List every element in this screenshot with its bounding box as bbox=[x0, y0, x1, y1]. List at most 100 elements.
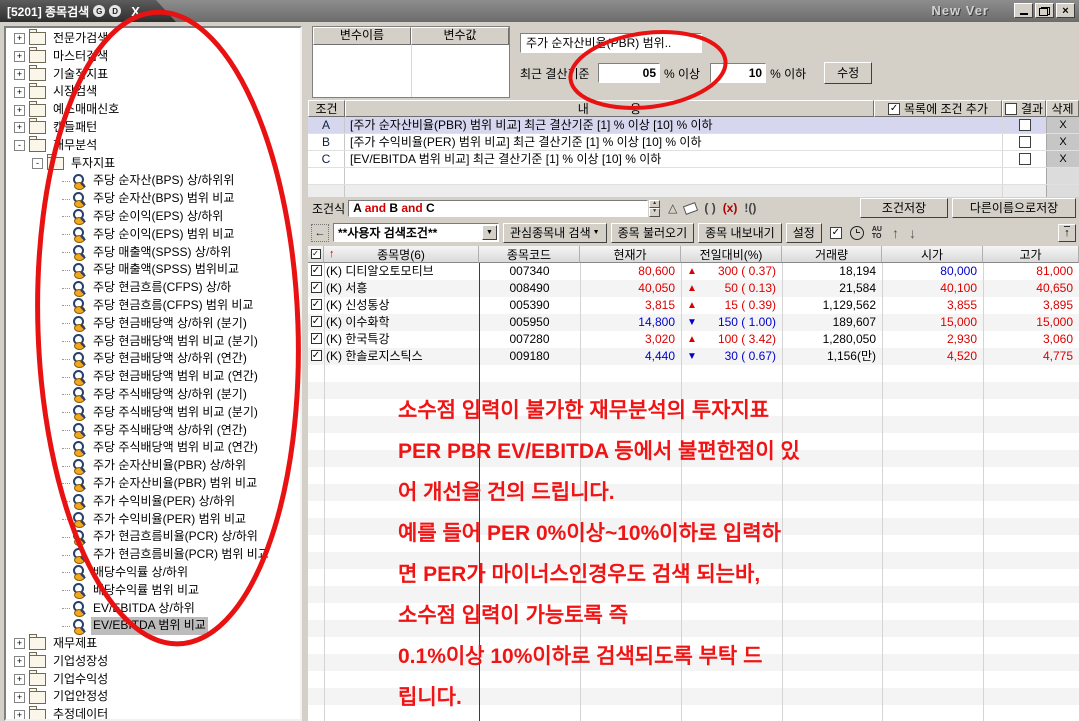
tree-item-label[interactable]: 기업성장성 bbox=[51, 653, 110, 671]
tree-item-label[interactable]: 주가 순자산비율(PBR) 상/하위 bbox=[91, 457, 248, 475]
tree-item-label[interactable]: 주당 매출액(SPSS) 범위비교 bbox=[91, 261, 241, 279]
tree-item-label[interactable]: 주당 현금흐름(CFPS) 상/하 bbox=[91, 279, 233, 297]
tree-item[interactable]: 주당 현금배당액 상/하위 (연간) bbox=[6, 350, 300, 368]
expand-plus-icon[interactable]: + bbox=[14, 105, 25, 116]
tree-item-label[interactable]: 주당 순자산(BPS) 범위 비교 bbox=[91, 190, 236, 208]
tree-item[interactable]: + 예스매매신호 bbox=[6, 101, 300, 119]
tree-item-label[interactable]: 기업수익성 bbox=[51, 671, 110, 689]
tree-item[interactable]: EV/EBITDA 범위 비교 bbox=[6, 617, 300, 635]
eraser-icon[interactable] bbox=[683, 202, 698, 215]
stock-column-header[interactable]: 거래량 bbox=[782, 246, 882, 263]
stock-row[interactable]: ✓(K) 한솔로지스틱스0091804,440▼30 ( 0.67)1,156(… bbox=[308, 348, 1079, 365]
export-stocks-button[interactable]: 종목 내보내기 bbox=[698, 223, 782, 243]
tree-item-label[interactable]: 재무분석 bbox=[51, 137, 99, 155]
tab-stock-search[interactable]: [5201] 종목검색 G D X bbox=[0, 0, 176, 22]
tree-item-label[interactable]: 주당 주식배당액 범위 비교 (분기) bbox=[91, 404, 260, 422]
tree-item-label[interactable]: 배당수익률 범위 비교 bbox=[91, 582, 201, 600]
tree-item[interactable]: +시장검색 bbox=[6, 83, 300, 101]
save-condition-button[interactable]: 조건저장 bbox=[860, 198, 948, 218]
tree-item[interactable]: 주가 수익비율(PER) 상/하위 bbox=[6, 493, 300, 511]
tree-item-label[interactable]: 전문가검색 bbox=[51, 30, 110, 48]
tree-item-label[interactable]: 기업안정성 bbox=[51, 688, 110, 706]
not-parens-icon[interactable]: !() bbox=[744, 201, 756, 215]
tree-item[interactable]: -재무분석 bbox=[6, 137, 300, 155]
expand-plus-icon[interactable]: + bbox=[14, 69, 25, 80]
condition-result-checkbox[interactable] bbox=[1019, 136, 1031, 148]
tree-item[interactable]: + 전문가검색 bbox=[6, 30, 300, 48]
tree-item[interactable]: + 재무제표 bbox=[6, 635, 300, 653]
stock-column-header[interactable]: 고가 bbox=[983, 246, 1079, 263]
stock-column-header[interactable]: 시가 bbox=[882, 246, 983, 263]
condition-row[interactable]: B[주가 수익비율(PER) 범위 비교] 최근 결산기준 [1] % 이상 [… bbox=[308, 134, 1079, 151]
tree-item-label[interactable]: 주가 현금흐름비율(PCR) 상/하위 bbox=[91, 528, 260, 546]
condition-delete-button[interactable]: X bbox=[1046, 117, 1079, 133]
tree-item-label[interactable]: 시장검색 bbox=[51, 83, 99, 101]
tree-item[interactable]: 주당 현금흐름(CFPS) 범위 비교 bbox=[6, 297, 300, 315]
preset-dropdown[interactable]: **사용자 검색조건** ▼ bbox=[333, 223, 499, 242]
tab-close-icon[interactable]: X bbox=[131, 5, 140, 18]
tree-item[interactable]: +마스터검색 bbox=[6, 48, 300, 66]
restore-button[interactable] bbox=[1035, 3, 1054, 18]
stock-row-checkbox[interactable]: ✓ bbox=[311, 299, 322, 310]
expand-plus-icon[interactable]: + bbox=[14, 33, 25, 44]
tree-item-label[interactable]: 주당 순자산(BPS) 상/하위위 bbox=[91, 172, 236, 190]
min-value-input[interactable]: 05 bbox=[598, 63, 660, 83]
stock-column-header[interactable]: 현재가 bbox=[580, 246, 681, 263]
parens-x-icon[interactable]: (x) bbox=[723, 201, 738, 215]
tree-item[interactable]: 주가 순자산비율(PBR) 범위 비교 bbox=[6, 475, 300, 493]
sort-ascending-icon[interactable]: ↑ bbox=[329, 248, 335, 260]
condition-delete-button[interactable]: X bbox=[1046, 134, 1079, 150]
tree-item-label[interactable]: 주당 순이익(EPS) 범위 비교 bbox=[91, 226, 236, 244]
triangle-icon[interactable]: △ bbox=[668, 201, 677, 215]
tree-item-label[interactable]: 주당 현금배당액 범위 비교 (연간) bbox=[91, 368, 260, 386]
stock-column-header[interactable]: 종목코드 bbox=[479, 246, 580, 263]
tree-item-label[interactable]: 추정데이터 bbox=[51, 706, 110, 721]
tree-item-label[interactable]: 주당 매출액(SPSS) 상/하위 bbox=[91, 244, 233, 262]
stock-row[interactable]: ✓(K) 서흥00849040,050▲50 ( 0.13)21,58440,1… bbox=[308, 280, 1079, 297]
load-stocks-button[interactable]: 종목 불러오기 bbox=[611, 223, 695, 243]
variables-col-name[interactable]: 변수이름 bbox=[313, 27, 411, 45]
tree-item[interactable]: + 기업성장성 bbox=[6, 653, 300, 671]
tree-item[interactable]: 주당 주식배당액 상/하위 (연간) bbox=[6, 422, 300, 440]
stock-row-checkbox[interactable]: ✓ bbox=[311, 282, 322, 293]
settings-button[interactable]: 설정 bbox=[786, 223, 822, 243]
stock-column-header[interactable]: 전일대비(%) bbox=[681, 246, 782, 263]
tree-item[interactable]: 주당 주식배당액 범위 비교 (연간) bbox=[6, 439, 300, 457]
tree-item-label[interactable]: 주당 현금배당액 상/하위 (분기) bbox=[91, 315, 249, 333]
tree-item-label[interactable]: 마스터검색 bbox=[51, 48, 110, 66]
tree-item-label[interactable]: 주가 순자산비율(PBR) 범위 비교 bbox=[91, 475, 259, 493]
tree-item-label[interactable]: 예스매매신호 bbox=[51, 101, 121, 119]
condition-result-checkbox[interactable] bbox=[1019, 119, 1031, 131]
condition-row[interactable]: A[주가 순자산비율(PBR) 범위 비교] 최근 결산기준 [1] % 이상 … bbox=[308, 117, 1079, 134]
watchlist-search-button[interactable]: 관심종목내 검색▼ bbox=[503, 223, 607, 243]
parens-icon[interactable]: ( ) bbox=[704, 201, 715, 215]
tree-item[interactable]: 주당 매출액(SPSS) 범위비교 bbox=[6, 261, 300, 279]
expand-plus-icon[interactable]: + bbox=[14, 638, 25, 649]
modify-button[interactable]: 수정 bbox=[824, 62, 872, 84]
expand-plus-icon[interactable]: + bbox=[14, 122, 25, 133]
tree-item[interactable]: 주당 순이익(EPS) 범위 비교 bbox=[6, 226, 300, 244]
tree-item-label[interactable]: 주당 주식배당액 상/하위 (분기) bbox=[91, 386, 249, 404]
tree-item-label[interactable]: 주당 현금배당액 상/하위 (연간) bbox=[91, 350, 249, 368]
tree-item-label[interactable]: 주당 현금흐름(CFPS) 범위 비교 bbox=[91, 297, 255, 315]
tree-item-label[interactable]: 재무제표 bbox=[51, 635, 99, 653]
dock-left-icon[interactable]: ← bbox=[311, 224, 329, 242]
tree-item[interactable]: +캔들패턴 bbox=[6, 119, 300, 137]
tree-item-label[interactable]: 주당 주식배당액 범위 비교 (연간) bbox=[91, 439, 260, 457]
tree-item-label[interactable]: EV/EBITDA 범위 비교 bbox=[91, 617, 208, 635]
stock-row-checkbox[interactable]: ✓ bbox=[311, 350, 322, 361]
tree-item[interactable]: 주가 순자산비율(PBR) 상/하위 bbox=[6, 457, 300, 475]
tree-item-label[interactable]: 기술적지표 bbox=[51, 66, 110, 84]
tree-item[interactable]: + 기업안정성 bbox=[6, 688, 300, 706]
tree-item[interactable]: +기업수익성 bbox=[6, 671, 300, 689]
expand-plus-icon[interactable]: + bbox=[14, 692, 25, 703]
formula-input[interactable]: A and B and C bbox=[348, 200, 648, 217]
dropdown-arrow-icon[interactable]: ▼ bbox=[482, 225, 497, 240]
save-as-button[interactable]: 다른이름으로저장 bbox=[952, 198, 1076, 218]
tree-item[interactable]: 주가 현금흐름비율(PCR) 상/하위 bbox=[6, 528, 300, 546]
tree-item[interactable]: 주가 수익비율(PER) 범위 비교 bbox=[6, 511, 300, 529]
tree-item[interactable]: 주당 현금흐름(CFPS) 상/하 bbox=[6, 279, 300, 297]
expand-plus-icon[interactable]: + bbox=[14, 656, 25, 667]
tree-item-label[interactable]: 배당수익률 상/하위 bbox=[91, 564, 190, 582]
sort-down-icon[interactable]: ↓ bbox=[909, 225, 916, 241]
